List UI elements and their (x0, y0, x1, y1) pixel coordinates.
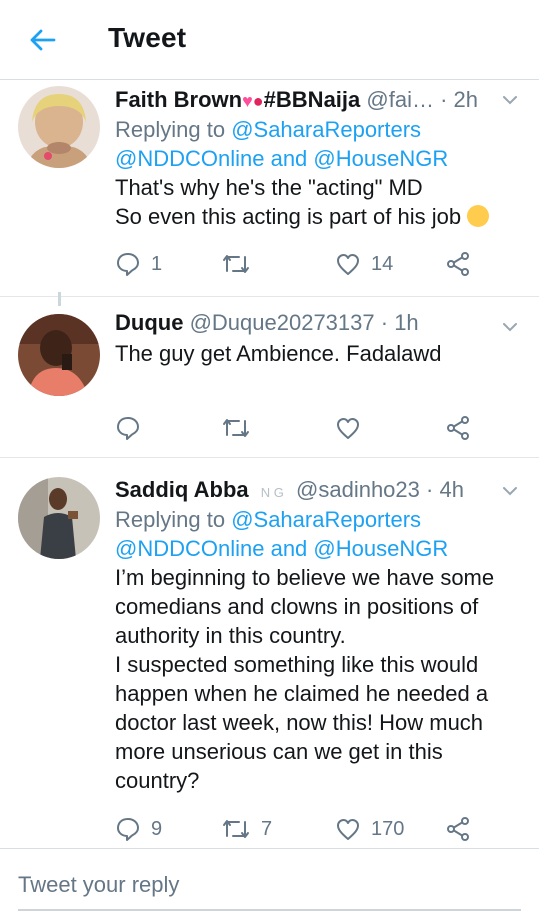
tweet-text-line: So even this acting is part of his job (115, 204, 462, 229)
heart-emoji-icon: ♥ (242, 91, 253, 111)
tweet-actions: 9 7 170 (115, 814, 485, 844)
tweet-text-line: doctor last week, now this! How much (115, 710, 484, 735)
reply-icon (117, 253, 139, 276)
tweet-text-line: more unserious can we get in this (115, 739, 443, 764)
replying-to: Replying to @SaharaReporters (115, 507, 422, 532)
like-icon (337, 418, 359, 439)
chevron-down-icon[interactable] (499, 316, 521, 338)
back-arrow-icon[interactable] (24, 22, 60, 58)
retweet-icon (223, 820, 249, 838)
retweet-icon (223, 419, 249, 437)
tweet-time: · 2h (440, 87, 479, 112)
top-bar: Tweet (0, 0, 539, 80)
author-name[interactable]: Duque (115, 310, 183, 335)
tweet-time: · 1h (380, 310, 419, 335)
tweet-duque[interactable]: Duque @Duque20273137 · 1h The guy get Am… (0, 298, 539, 458)
author-name-suffix: #BBNaija (263, 87, 361, 112)
reply-button[interactable] (115, 413, 151, 443)
reply-input[interactable] (18, 871, 521, 911)
author-handle: @Duque20273137 (189, 310, 375, 335)
share-button[interactable] (445, 814, 471, 844)
tweet-text-line: I’m beginning to believe we have some (115, 565, 495, 590)
mention-link[interactable]: @NDDCOnline and @HouseNGR (115, 146, 448, 171)
share-button[interactable] (445, 413, 471, 443)
page-title: Tweet (108, 22, 187, 53)
tweet-saddiq-abba[interactable]: Saddiq Abba N G @sadinho23 · 4h Replying… (0, 459, 539, 848)
share-button[interactable] (445, 249, 471, 279)
author-handle: @sadinho23 (296, 477, 420, 502)
chevron-down-icon[interactable] (499, 480, 521, 502)
author-name[interactable]: Faith Brown (115, 87, 242, 112)
tweet-time: · 4h (426, 477, 464, 502)
author-name[interactable]: Saddiq Abba (115, 477, 249, 502)
like-button[interactable]: 14 (335, 249, 393, 279)
like-button[interactable]: 170 (335, 814, 404, 844)
like-icon (337, 254, 359, 275)
author-handle: @fai… (366, 87, 434, 112)
retweet-button[interactable]: 7 (221, 814, 272, 844)
tweet-text-line: happen when he claimed he needed a (115, 681, 489, 706)
flag-emojis: N G (260, 485, 284, 500)
like-icon (337, 819, 359, 840)
lips-emoji-icon: ● (252, 91, 264, 111)
retweet-button[interactable] (221, 413, 261, 443)
avatar[interactable] (18, 477, 100, 559)
tweet-faith-brown[interactable]: Faith Brown♥●#BBNaija @fai… · 2h Replyin… (0, 81, 539, 297)
replying-to: Replying to @SaharaReporters (115, 117, 422, 142)
share-icon (447, 817, 469, 841)
tweet-text-line: I suspected something like this would (115, 652, 479, 677)
tweet-text-line: The guy get Ambience. Fadalawd (115, 341, 442, 366)
reply-button[interactable]: 9 (115, 814, 162, 844)
reply-composer (0, 848, 539, 920)
tweet-text-line: country? (115, 768, 200, 793)
mention-link[interactable]: @NDDCOnline and @HouseNGR (115, 536, 448, 561)
retweet-icon (223, 255, 249, 273)
chevron-down-icon[interactable] (499, 89, 521, 111)
tweet-text-line: comedians and clowns in positions of (115, 594, 479, 619)
reply-button[interactable]: 1 (115, 249, 162, 279)
mention-link[interactable]: @SaharaReporters (231, 507, 421, 532)
tweet-actions: 1 14 (115, 249, 485, 279)
like-button[interactable] (335, 413, 371, 443)
tweet-actions (115, 413, 485, 443)
avatar[interactable] (18, 86, 100, 168)
avatar[interactable] (18, 314, 100, 396)
laughing-emoji-icon (467, 205, 490, 227)
reply-icon (117, 417, 139, 440)
tweet-text-line: authority in this country. (115, 623, 346, 648)
reply-icon (117, 818, 139, 841)
share-icon (447, 252, 469, 276)
retweet-button[interactable] (221, 249, 261, 279)
share-icon (447, 416, 469, 440)
mention-link[interactable]: @SaharaReporters (231, 117, 421, 142)
tweet-text-line: That's why he's the "acting" MD (115, 175, 423, 200)
